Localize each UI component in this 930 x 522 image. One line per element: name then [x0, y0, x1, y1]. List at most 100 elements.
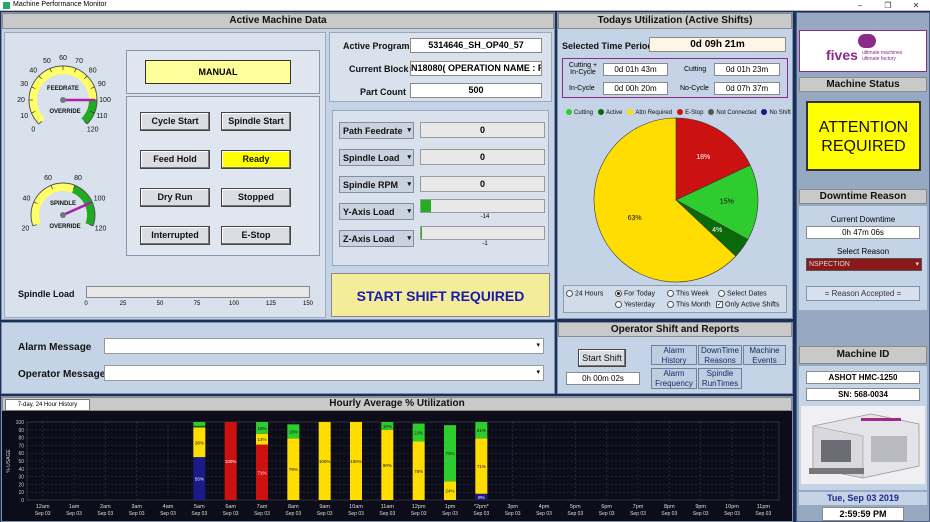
- radio-24-hours[interactable]: 24 Hours: [566, 290, 603, 297]
- readout-value: -14: [480, 214, 490, 220]
- utilization-header: Todays Utilization (Active Shifts): [558, 13, 792, 29]
- gauge-hub: [60, 97, 66, 103]
- readout-select-spindle-load[interactable]: Spindle Load ▾: [339, 149, 414, 166]
- gauge-tick-label: 0: [31, 127, 35, 134]
- operator-dropdown-icon[interactable]: ▾: [536, 368, 540, 376]
- chevron-down-icon[interactable]: ▾: [407, 123, 411, 139]
- app-icon: [3, 2, 10, 9]
- readout-select-spindle-rpm[interactable]: Spindle RPM ▾: [339, 176, 414, 193]
- chevron-down-icon[interactable]: ▾: [407, 231, 411, 247]
- title-bar: Machine Performance Monitor – ❐ ✕: [0, 0, 930, 11]
- chevron-down-icon[interactable]: ▾: [407, 204, 411, 220]
- chevron-down-icon[interactable]: ▾: [407, 177, 411, 193]
- checkbox-icon[interactable]: ✓: [716, 301, 723, 308]
- alarm-dropdown-icon[interactable]: ▾: [536, 341, 540, 349]
- close-button[interactable]: ✕: [906, 0, 926, 11]
- readout-label: Y-Axis Load: [343, 207, 395, 217]
- reason-dropdown-icon[interactable]: ▾: [915, 259, 919, 270]
- interrupted-button[interactable]: Interrupted: [140, 226, 210, 245]
- bar-data-label: 24%: [445, 489, 454, 494]
- start-shift-banner: START SHIFT REQUIRED: [331, 273, 550, 317]
- utilization-pie: 18% 15% 4% 63%: [593, 117, 759, 283]
- radio-select-dates[interactable]: Select Dates: [718, 290, 767, 297]
- reason-accepted-button[interactable]: = Reason Accepted =: [806, 286, 920, 301]
- minimize-button[interactable]: –: [850, 0, 870, 11]
- bar-data-label: 23%: [414, 431, 423, 436]
- bar-data-label: 79%: [289, 467, 298, 472]
- cycle-start-button[interactable]: Cycle Start: [140, 112, 210, 131]
- feedrate-gauge: 010 20 3040 50 60 70 8090 100 110 120 FEEDRATE OVER…: [17, 55, 111, 134]
- history-tab[interactable]: 7-day, 24 Hour History: [5, 399, 90, 411]
- x-tick-label: 3pm: [507, 504, 518, 510]
- x-tick-label: 2am: [100, 504, 111, 510]
- pie-slice-label: 18%: [696, 154, 710, 161]
- readout-select-path-feedrate[interactable]: Path Feedrate ▾: [339, 122, 414, 139]
- machine-id-header: Machine ID: [799, 346, 927, 364]
- radio-label: Yesterday: [624, 301, 655, 309]
- spindle-start-button[interactable]: Spindle Start: [221, 112, 291, 131]
- machine-events-button[interactable]: Machine Events: [743, 345, 786, 365]
- bar-data-label: 71%: [477, 464, 486, 469]
- downtime-reason-header: Downtime Reason: [799, 189, 927, 204]
- readout-bar: [420, 226, 545, 240]
- gauge-label: SPINDLE: [50, 201, 76, 207]
- readout-select-z-axis-load[interactable]: Z-Axis Load ▾: [339, 230, 414, 247]
- radio-icon[interactable]: [615, 301, 622, 308]
- downtime-reasons-button[interactable]: DownTime Reasons: [698, 345, 742, 365]
- operator-message-field[interactable]: ▾: [104, 365, 544, 381]
- y-tick-label: 80: [18, 436, 24, 442]
- radio-icon[interactable]: [566, 290, 573, 297]
- maximize-button[interactable]: ❐: [878, 0, 898, 11]
- legend-item: Cutting: [566, 109, 593, 116]
- radio-label: Select Dates: [727, 290, 767, 298]
- alarm-message-field[interactable]: ▾: [104, 338, 544, 354]
- dry-run-button[interactable]: Dry Run: [140, 188, 210, 207]
- period-value: 0d 09h 21m: [649, 37, 786, 52]
- e-stop-button[interactable]: E-Stop: [221, 226, 291, 245]
- logo-wordmark: fives: [826, 47, 858, 63]
- x-tick-sublabel: Sep 03: [693, 511, 709, 517]
- radio-for-today[interactable]: For Today: [615, 290, 655, 297]
- x-tick-sublabel: Sep 03: [411, 511, 427, 517]
- spindle-load-tick: 100: [228, 301, 239, 307]
- radio-this-week[interactable]: This Week: [667, 290, 709, 297]
- gauge-tick-label: 100: [94, 196, 106, 203]
- radio-icon[interactable]: [615, 290, 622, 297]
- pie-slice-label: 4%: [712, 227, 722, 234]
- feed-hold-button[interactable]: Feed Hold: [140, 150, 210, 169]
- gauge-tick-label: 110: [96, 113, 107, 120]
- spindle-runtimes-button[interactable]: Spindle RunTimes: [698, 368, 742, 389]
- legend-dot-icon: [566, 109, 572, 116]
- nocycle-label: No-Cycle: [680, 85, 709, 92]
- incycle-value: 0d 00h 20m: [603, 82, 668, 95]
- readout-select-y-axis-load[interactable]: Y-Axis Load ▾: [339, 203, 414, 220]
- alarm-frequency-button[interactable]: Alarm Frequency: [651, 368, 697, 389]
- chevron-down-icon[interactable]: ▾: [407, 150, 411, 166]
- radio-icon[interactable]: [667, 290, 674, 297]
- gauge-sublabel: OVERRIDE: [49, 109, 80, 115]
- x-tick-label: 4pm: [539, 504, 550, 510]
- x-tick-sublabel: Sep 03: [379, 511, 395, 517]
- start-shift-button[interactable]: Start Shift: [578, 349, 626, 367]
- legend-item: No Shift: [761, 109, 791, 116]
- x-tick-sublabel: Sep 03: [129, 511, 145, 517]
- gauge-tick-label: 30: [20, 81, 28, 88]
- x-tick-label: 9am: [319, 504, 330, 510]
- reason-select[interactable]: NSPECTION ▾: [806, 258, 922, 271]
- radio-icon[interactable]: [718, 290, 725, 297]
- radio-icon[interactable]: [667, 301, 674, 308]
- readout-label: Spindle Load: [343, 153, 400, 163]
- only-active-shifts-checkbox[interactable]: ✓ Only Active Shifts: [716, 301, 779, 308]
- gauge-tick-label: 60: [44, 175, 52, 182]
- x-tick-label: 8pm: [664, 504, 675, 510]
- x-tick-label: 1am: [69, 504, 80, 510]
- radio-this-month[interactable]: This Month: [667, 301, 711, 308]
- bar-data-label: 21%: [477, 428, 486, 433]
- radio-yesterday[interactable]: Yesterday: [615, 301, 655, 308]
- stopped-button[interactable]: Stopped: [221, 188, 291, 207]
- y-tick-label: 60: [18, 451, 24, 457]
- gauge-tick-label: 60: [59, 55, 67, 62]
- ready-button[interactable]: Ready: [221, 150, 291, 169]
- current-downtime-value: 0h 47m 06s: [806, 226, 920, 239]
- alarm-history-button[interactable]: Alarm History: [651, 345, 697, 365]
